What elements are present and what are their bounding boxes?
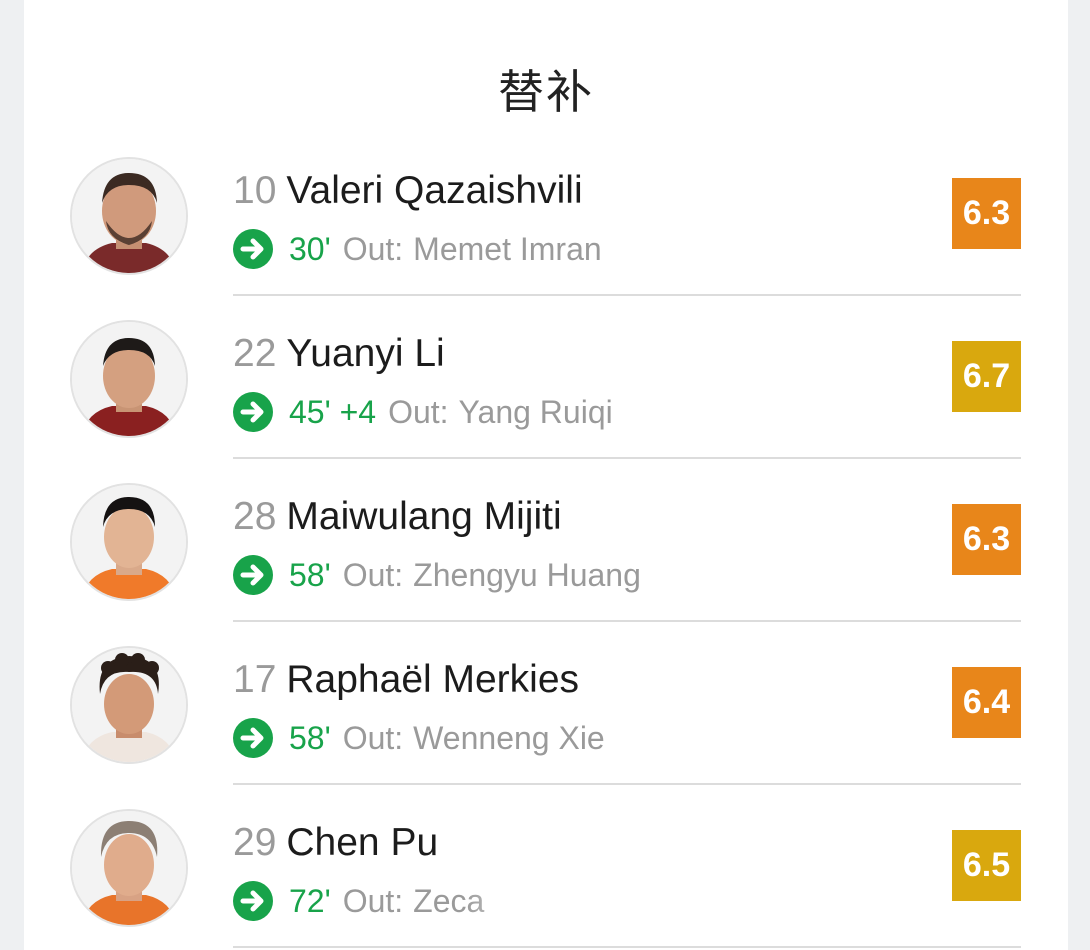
row-divider (233, 294, 1021, 296)
substitutes-card: 替补 10 Valeri Qazaishvili 30' Out: Memet I… (24, 0, 1068, 950)
player-name-line: 22 Yuanyi Li (233, 332, 445, 376)
player-name-line: 28 Maiwulang Mijiti (233, 495, 562, 539)
player-avatar (70, 157, 188, 275)
sub-in-arrow-icon (233, 555, 273, 595)
sub-in-arrow-icon (233, 718, 273, 758)
sub-in-arrow-icon (233, 392, 273, 432)
player-name-line: 17 Raphaël Merkies (233, 658, 579, 702)
player-number: 10 (233, 169, 277, 212)
player-number: 22 (233, 332, 277, 375)
player-number: 28 (233, 495, 277, 538)
player-number: 29 (233, 821, 277, 864)
out-label: Out: (342, 230, 404, 267)
row-divider (233, 946, 1021, 948)
rating-badge: 6.4 (952, 667, 1021, 738)
out-label: Out: (342, 882, 404, 919)
out-player-name: Wenneng Xie (413, 719, 605, 756)
section-title: 替补 (498, 65, 594, 119)
player-avatar (70, 646, 188, 764)
row-divider (233, 620, 1021, 622)
substitution-info: 58' Out: Wenneng Xie (233, 718, 605, 758)
substitution-info: 58' Out: Zhengyu Huang (233, 555, 641, 595)
substitution-info: 30' Out: Memet Imran (233, 229, 602, 269)
player-avatar (70, 483, 188, 601)
rating-badge: 6.5 (952, 830, 1021, 901)
player-name: Raphaël Merkies (286, 658, 580, 701)
out-label: Out: (342, 556, 404, 593)
sub-minute: 58' (289, 556, 331, 593)
player-avatar (70, 809, 188, 927)
rating-badge: 6.3 (952, 178, 1021, 249)
player-name: Yuanyi Li (286, 332, 445, 375)
sub-in-arrow-icon (233, 881, 273, 921)
sub-minute: 58' (289, 719, 331, 756)
player-name: Chen Pu (286, 821, 439, 864)
player-name-line: 10 Valeri Qazaishvili (233, 169, 583, 213)
sub-minute: 45' +4 (289, 393, 377, 430)
substitution-info: 72' Out: Zeca (233, 881, 484, 921)
player-name-line: 29 Chen Pu (233, 821, 438, 865)
row-divider (233, 457, 1021, 459)
sub-row[interactable]: 28 Maiwulang Mijiti 58' Out: Zhengyu Huan… (24, 483, 1068, 646)
player-name: Maiwulang Mijiti (286, 495, 562, 538)
sub-row[interactable]: 10 Valeri Qazaishvili 30' Out: Memet Imra… (24, 157, 1068, 320)
out-player-name: Memet Imran (413, 230, 602, 267)
substitution-info: 45' +4 Out: Yang Ruiqi (233, 392, 613, 432)
out-label: Out: (388, 393, 449, 430)
out-player-name: Yang Ruiqi (458, 393, 613, 430)
sub-in-arrow-icon (233, 229, 273, 269)
player-number: 17 (233, 658, 277, 701)
out-label: Out: (342, 719, 404, 756)
sub-minute: 30' (289, 230, 331, 267)
player-avatar (70, 320, 188, 438)
rating-badge: 6.3 (952, 504, 1021, 575)
sub-row[interactable]: 17 Raphaël Merkies 58' Out: Wenneng Xie 6… (24, 646, 1068, 809)
sub-row[interactable]: 22 Yuanyi Li 45' +4 Out: Yang Ruiqi 6.7 (24, 320, 1068, 483)
watermark-fade (464, 880, 694, 920)
row-divider (233, 783, 1021, 785)
sub-minute: 72' (289, 882, 331, 919)
rating-badge: 6.7 (952, 341, 1021, 412)
out-player-name: Zhengyu Huang (413, 556, 641, 593)
player-name: Valeri Qazaishvili (286, 169, 583, 212)
